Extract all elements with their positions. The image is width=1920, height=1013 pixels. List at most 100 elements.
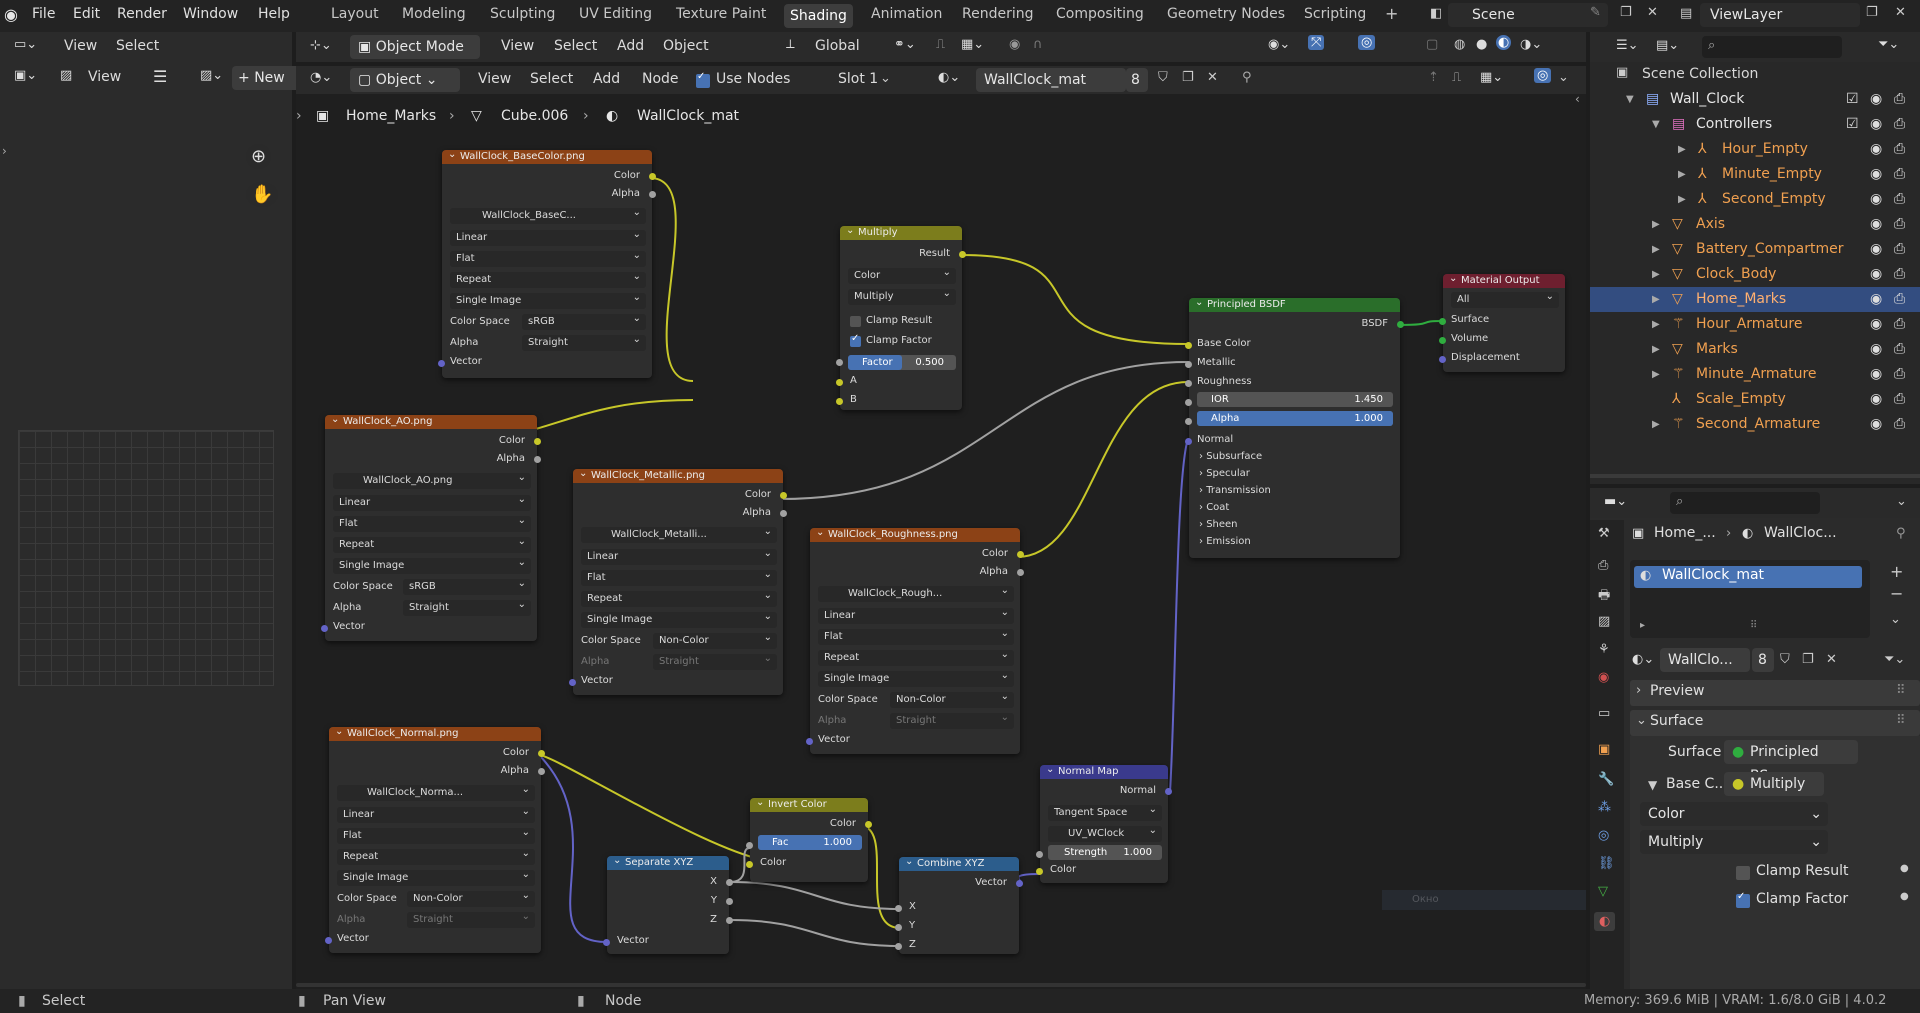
projection-dropdown[interactable]: Flat bbox=[581, 567, 777, 586]
render-camera-icon[interactable]: ⎙ bbox=[1894, 337, 1905, 362]
interpolation-dropdown[interactable]: Linear bbox=[450, 227, 646, 246]
filter-icon[interactable]: ⏷⌄ bbox=[1878, 37, 1899, 52]
drag-handle-icon[interactable]: ⠿ bbox=[1896, 683, 1906, 698]
node-combine-xyz[interactable]: Combine XYZ Vector X Y Z bbox=[895, 855, 1023, 954]
xray-icon[interactable]: ▢ bbox=[1426, 37, 1438, 52]
input-y-socket[interactable] bbox=[895, 924, 902, 931]
input-fac-socket[interactable] bbox=[746, 842, 753, 849]
tab-layout[interactable]: Layout bbox=[331, 6, 379, 22]
remove-slot-icon[interactable]: − bbox=[1890, 584, 1903, 603]
input-a-socket[interactable] bbox=[836, 379, 843, 386]
crumb-material[interactable]: WallCloc... bbox=[1764, 525, 1837, 541]
node-image-roughness[interactable]: WallClock_Roughness.png Color Alpha Wall… bbox=[806, 526, 1024, 754]
image-datablock[interactable]: WallClock_Norma... bbox=[337, 782, 535, 801]
tab-scripting[interactable]: Scripting bbox=[1304, 6, 1366, 22]
tab-compositing[interactable]: Compositing bbox=[1056, 6, 1144, 22]
source-dropdown[interactable]: Single Image bbox=[450, 290, 646, 309]
image-datablock[interactable]: WallClock_BaseC... bbox=[450, 205, 646, 224]
visibility-eye-icon[interactable]: ◉ bbox=[1870, 412, 1882, 437]
left-view-menu-2[interactable]: View bbox=[88, 69, 121, 85]
node-overlay-icon[interactable]: ◎ bbox=[1534, 68, 1552, 83]
breadcrumb-expand-icon[interactable]: › bbox=[296, 108, 302, 124]
blender-logo-icon[interactable]: ◉ bbox=[4, 5, 18, 24]
node-image-metallic[interactable]: WallClock_Metallic.png Color Alpha WallC… bbox=[569, 467, 787, 695]
outliner-search-input[interactable]: ⌕ bbox=[1702, 36, 1842, 58]
render-camera-icon[interactable]: ⎙ bbox=[1894, 262, 1905, 287]
outliner-row[interactable]: ▶ ▽ Clock_Body ◉ ⎙ bbox=[1590, 262, 1920, 287]
outliner-row[interactable]: ▶ ▽ Axis ◉ ⎙ bbox=[1590, 212, 1920, 237]
breadcrumb-object[interactable]: Home_Marks bbox=[346, 108, 436, 124]
fake-user-shield-icon[interactable]: ⛉ bbox=[1158, 70, 1168, 85]
material-slots-list[interactable]: ◐ WallClock_mat ▸ ⠿ bbox=[1630, 560, 1870, 638]
render-camera-icon[interactable]: ⎙ bbox=[1894, 412, 1905, 437]
unlink-icon[interactable]: ✕ bbox=[1826, 652, 1837, 667]
render-camera-icon[interactable]: ⎙ bbox=[1894, 362, 1905, 387]
node-separate-xyz[interactable]: Separate XYZ X Y Z Vector bbox=[603, 854, 733, 954]
duplicate-icon[interactable]: ❐ bbox=[1802, 652, 1814, 667]
new-scene-icon[interactable]: ❐ bbox=[1620, 5, 1632, 20]
outliner-row[interactable]: ▶ ⅄ Second_Empty ◉ ⎙ bbox=[1590, 187, 1920, 212]
tab-rendering[interactable]: Rendering bbox=[962, 6, 1034, 22]
expand-arrow-icon[interactable]: ▶ bbox=[1678, 137, 1686, 162]
breadcrumb-material[interactable]: WallClock_mat bbox=[637, 108, 739, 124]
input-displacement-socket[interactable] bbox=[1439, 356, 1446, 363]
node-image-normal[interactable]: WallClock_Normal.png Color Alpha WallClo… bbox=[325, 725, 545, 953]
output-x-socket[interactable] bbox=[726, 879, 733, 886]
proportional-edit-icon[interactable]: ◉ bbox=[1009, 37, 1020, 52]
node-overlay-chevron-icon[interactable]: ⌄ bbox=[1558, 70, 1569, 85]
collapse-arrow-icon[interactable]: › bbox=[2, 144, 7, 158]
visibility-eye-icon[interactable]: ◉ bbox=[1870, 287, 1882, 312]
colorspace-dropdown[interactable]: sRGB bbox=[522, 311, 646, 330]
clamp-result-checkbox[interactable] bbox=[1736, 866, 1750, 880]
render-camera-icon[interactable]: ⎙ bbox=[1894, 212, 1905, 237]
blend-mode-dropdown[interactable]: Multiply bbox=[848, 286, 956, 305]
visibility-eye-icon[interactable]: ◉ bbox=[1870, 162, 1882, 187]
pivot-icon[interactable]: ⚭⌄ bbox=[894, 37, 916, 52]
output-tab-icon[interactable]: 🖶 bbox=[1598, 586, 1610, 608]
snap-icon[interactable]: ⎍ bbox=[936, 37, 945, 52]
tab-geometry-nodes[interactable]: Geometry Nodes bbox=[1167, 6, 1285, 22]
tool-tab-icon[interactable]: ⚒ bbox=[1598, 526, 1610, 541]
gizmo-icon[interactable]: ⤧ bbox=[1308, 35, 1325, 50]
ior-field[interactable]: IOR 1.450 bbox=[1197, 392, 1393, 407]
projection-dropdown[interactable]: Flat bbox=[450, 248, 646, 267]
input-strength-socket[interactable] bbox=[1036, 851, 1043, 858]
falloff-icon[interactable]: ∩ bbox=[1033, 37, 1043, 52]
outliner-scrollbar[interactable] bbox=[1590, 474, 1920, 478]
data-type-dropdown[interactable]: Color bbox=[848, 265, 956, 284]
image-editor-icon[interactable]: ▣⌄ bbox=[14, 68, 37, 83]
node-image-basecolor[interactable]: WallClock_BaseColor.png Color Alpha Wall… bbox=[438, 148, 656, 378]
visibility-eye-icon[interactable]: ◉ bbox=[1870, 262, 1882, 287]
menu-help[interactable]: Help bbox=[258, 6, 290, 22]
properties-options-icon[interactable]: ⌄ bbox=[1896, 494, 1907, 509]
expand-arrow-icon[interactable]: ▶ bbox=[1652, 412, 1660, 437]
visibility-eye-icon[interactable]: ◉ bbox=[1870, 187, 1882, 212]
use-nodes-checkbox[interactable] bbox=[696, 71, 710, 88]
outliner-row[interactable]: ▶ ⚚ Minute_Armature ◉ ⎙ bbox=[1590, 362, 1920, 387]
outliner-editor-type-icon[interactable]: ☰⌄ bbox=[1616, 38, 1639, 53]
shader-type-dropdown[interactable]: ▢ Object ⌄ bbox=[350, 68, 460, 92]
input-color-socket[interactable] bbox=[746, 861, 753, 868]
viewport-select-menu[interactable]: Select bbox=[554, 38, 597, 54]
render-camera-icon[interactable]: ⎙ bbox=[1894, 312, 1905, 337]
scene-field[interactable]: Scene bbox=[1448, 3, 1608, 27]
menu-render[interactable]: Render bbox=[117, 6, 167, 22]
input-volume-socket[interactable] bbox=[1439, 337, 1446, 344]
source-dropdown[interactable]: Single Image bbox=[581, 609, 777, 628]
expand-arrow-icon[interactable]: ▶ bbox=[1652, 237, 1660, 262]
input-vector-socket[interactable] bbox=[806, 738, 813, 745]
fake-user-icon[interactable]: ⛉ bbox=[1780, 652, 1790, 667]
colorspace-dropdown[interactable]: Non-Color bbox=[890, 689, 1014, 708]
node-header[interactable]: WallClock_Metallic.png bbox=[573, 467, 783, 483]
expand-arrow-icon[interactable]: ▶ bbox=[1652, 287, 1660, 312]
scene-collection-row[interactable]: ▣ Scene Collection bbox=[1590, 63, 1920, 87]
node-header[interactable]: Multiply bbox=[840, 224, 962, 240]
visibility-icon[interactable]: ◉⌄ bbox=[1268, 37, 1290, 52]
node-editor-canvas[interactable]: › ▣ Home_Marks › ▽ Cube.006 › ◐ WallCloc… bbox=[246, 92, 1586, 989]
visibility-eye-icon[interactable]: ◉ bbox=[1870, 387, 1882, 412]
outliner-row[interactable]: ⅄ Scale_Empty ◉ ⎙ bbox=[1590, 387, 1920, 412]
source-dropdown[interactable]: Single Image bbox=[818, 668, 1014, 687]
scene-browse-icon[interactable]: ◧ bbox=[1430, 6, 1442, 21]
surface-panel-header[interactable]: ⌄ Surface ⠿ bbox=[1630, 710, 1920, 736]
expand-arrow-icon[interactable]: ▶ bbox=[1652, 337, 1660, 362]
